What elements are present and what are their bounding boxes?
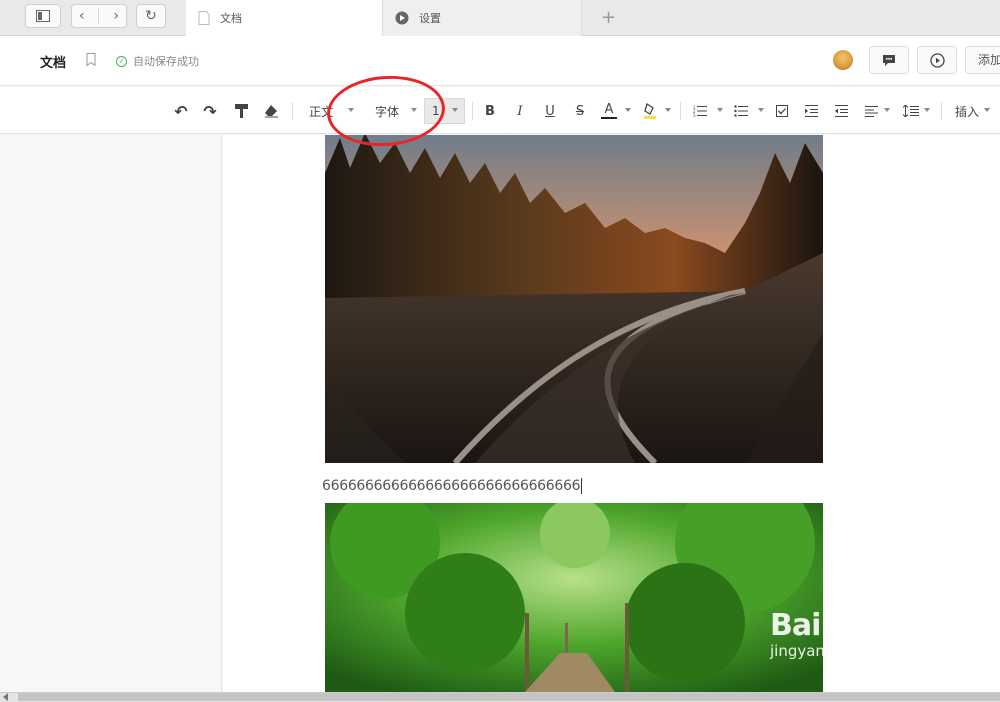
comment-button[interactable] bbox=[869, 46, 909, 74]
format-painter-button[interactable] bbox=[233, 101, 249, 121]
refresh-button[interactable]: ↻ bbox=[136, 4, 166, 28]
line-height-icon bbox=[903, 105, 919, 117]
strikethrough-button[interactable]: S bbox=[572, 101, 588, 121]
insert-menu[interactable]: 插入 bbox=[954, 101, 980, 121]
present-button[interactable] bbox=[917, 46, 957, 74]
forest-boardwalk-photo[interactable] bbox=[325, 503, 823, 692]
redo-button[interactable]: ↷ bbox=[201, 101, 219, 121]
tab-document-label: 文档 bbox=[220, 12, 242, 25]
baidu-jingyan-watermark: Bai du 经验 jingyan.baidu.com bbox=[770, 600, 939, 660]
sidebar-toggle-icon bbox=[36, 10, 50, 22]
bullet-list-button[interactable] bbox=[733, 101, 749, 121]
ordered-list-chevron-down-icon[interactable] bbox=[717, 108, 723, 112]
format-painter-icon bbox=[234, 104, 248, 118]
align-chevron-down-icon[interactable] bbox=[884, 108, 890, 112]
font-size-chevron-down-icon[interactable] bbox=[452, 108, 458, 112]
watermark-site: jingyan.baidu.com bbox=[770, 642, 909, 660]
format-toolbar: ↶ ↷ 正文 字体 B I U S A 123 插入 bbox=[0, 87, 1000, 134]
indent-decrease-icon bbox=[834, 105, 848, 117]
outline-sidebar bbox=[0, 135, 222, 692]
line-height-chevron-down-icon[interactable] bbox=[924, 108, 930, 112]
save-status: ✓ 自动保存成功 bbox=[116, 53, 199, 69]
font-color-chevron-down-icon[interactable] bbox=[625, 108, 631, 112]
indent-increase-icon bbox=[804, 105, 818, 117]
ordered-list-button[interactable]: 123 bbox=[692, 101, 708, 121]
eraser-icon bbox=[264, 105, 278, 118]
scroll-left-arrow-icon[interactable] bbox=[3, 693, 8, 701]
align-left-icon bbox=[864, 105, 878, 117]
toolbar-divider bbox=[941, 102, 942, 120]
insert-chevron-down-icon[interactable] bbox=[984, 108, 990, 112]
highlight-chevron-down-icon[interactable] bbox=[665, 108, 671, 112]
document-icon bbox=[198, 11, 210, 25]
checklist-button[interactable] bbox=[775, 101, 789, 121]
align-button[interactable] bbox=[863, 101, 879, 121]
history-nav: ‹ › bbox=[71, 4, 127, 28]
play-icon bbox=[929, 52, 945, 68]
refresh-icon: ↻ bbox=[145, 8, 157, 24]
clear-format-button[interactable] bbox=[262, 101, 280, 121]
bullet-list-chevron-down-icon[interactable] bbox=[758, 108, 764, 112]
tab-settings[interactable]: 设置 bbox=[383, 0, 582, 36]
scrollbar-thumb[interactable] bbox=[18, 693, 1000, 701]
line-height-button[interactable] bbox=[902, 101, 920, 121]
new-tab-button[interactable]: + bbox=[601, 9, 616, 27]
railway-forest-photo[interactable] bbox=[325, 135, 823, 463]
page-title: 文档 bbox=[40, 56, 67, 71]
highlight-button[interactable] bbox=[642, 101, 658, 121]
highlighter-icon bbox=[644, 103, 656, 119]
toolbar-divider bbox=[292, 102, 293, 120]
watermark-brand: Bai du 经验 bbox=[770, 608, 939, 643]
text-cursor bbox=[581, 478, 583, 494]
tab-document[interactable]: 文档 bbox=[186, 0, 383, 36]
settings-icon bbox=[395, 11, 409, 25]
document-header: 文档 ✓ 自动保存成功 添加 bbox=[0, 36, 1000, 86]
bullet-list-icon bbox=[734, 105, 748, 117]
underline-button[interactable]: U bbox=[542, 101, 558, 121]
avatar[interactable] bbox=[833, 50, 853, 70]
bookmark-icon[interactable] bbox=[86, 53, 96, 66]
indent-decrease-button[interactable] bbox=[834, 101, 848, 121]
svg-text:3: 3 bbox=[693, 113, 696, 117]
toolbar-divider bbox=[680, 102, 681, 120]
document-text-line[interactable]: 666666666666666666666666666666 bbox=[322, 478, 583, 494]
toolbar-divider bbox=[472, 102, 473, 120]
checkbox-icon bbox=[776, 105, 788, 117]
font-color-button[interactable]: A bbox=[601, 101, 617, 119]
forward-icon[interactable]: › bbox=[113, 8, 119, 24]
ordered-list-icon: 123 bbox=[693, 105, 707, 117]
italic-button[interactable]: I bbox=[512, 101, 528, 121]
check-circle-icon: ✓ bbox=[116, 55, 127, 67]
indent-increase-button[interactable] bbox=[804, 101, 818, 121]
save-status-text: 自动保存成功 bbox=[133, 55, 199, 68]
sidebar-toggle-button[interactable] bbox=[25, 4, 61, 28]
bold-button[interactable]: B bbox=[482, 101, 498, 121]
add-button[interactable]: 添加 bbox=[965, 46, 1000, 74]
document-text: 666666666666666666666666666666 bbox=[322, 478, 581, 494]
undo-button[interactable]: ↶ bbox=[172, 101, 190, 121]
back-icon[interactable]: ‹ bbox=[79, 8, 85, 24]
tab-settings-label: 设置 bbox=[419, 12, 441, 25]
redo-icon: ↷ bbox=[203, 101, 217, 121]
undo-icon: ↶ bbox=[174, 101, 188, 121]
comment-icon bbox=[883, 54, 895, 66]
